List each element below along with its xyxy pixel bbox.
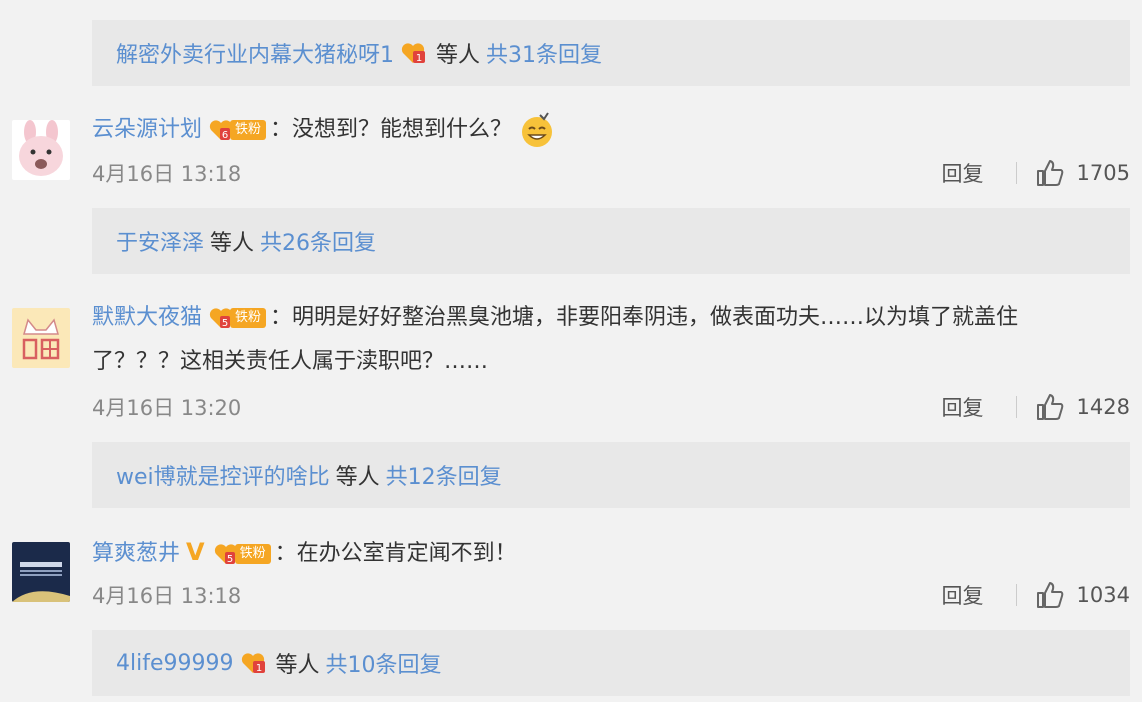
like-count: 1428 <box>1076 395 1130 419</box>
comment-text-continued: 了？？？这相关责任人属于渎职吧？…… <box>92 349 489 374</box>
action-divider <box>1015 584 1017 606</box>
reply-button[interactable]: 回复 <box>942 158 984 188</box>
fan-badge-label: 铁粉 <box>234 544 271 564</box>
like-count: 1034 <box>1076 583 1130 607</box>
action-divider <box>1015 396 1017 418</box>
reply-user-link[interactable]: 于安泽泽 <box>116 225 204 257</box>
comment-actions: 回复 1034 <box>942 580 1130 610</box>
avatar[interactable] <box>12 542 70 602</box>
reply-count-link[interactable]: 共10条回复 <box>326 647 442 679</box>
username-link[interactable]: 算爽葱井 <box>92 541 180 566</box>
heart-badge-icon: 1 <box>241 653 265 674</box>
thumbs-up-icon[interactable] <box>1035 393 1065 421</box>
thumbs-up-icon[interactable] <box>1035 581 1065 609</box>
reply-suffix: 等人 <box>335 465 380 490</box>
heart-badge-icon: 1 <box>401 43 425 64</box>
fan-badge-label: 铁粉 <box>230 308 267 328</box>
comment-text: ：没想到？能想到什么？ <box>270 117 513 142</box>
comment-actions: 回复 1705 <box>942 158 1130 188</box>
reply-count-link[interactable]: 共26条回复 <box>260 225 376 257</box>
comment-text: ：明明是好好整治黑臭池塘，非要阳奉阴违，做表面功夫……以为填了就盖住 <box>270 305 1019 330</box>
avatar[interactable] <box>12 308 70 368</box>
fan-badge: 5 铁粉 <box>208 306 267 330</box>
thumbs-up-icon[interactable] <box>1035 159 1065 187</box>
fan-badge: 1 <box>400 41 426 65</box>
fan-badge: 6 铁粉 <box>208 118 267 142</box>
reply-user-link[interactable]: 解密外卖行业内幕大猪秘呀1 <box>116 37 394 69</box>
fan-badge: 5 铁粉 <box>213 542 271 566</box>
fan-badge-label: 铁粉 <box>230 120 267 140</box>
reply-suffix: 等人 <box>275 653 320 678</box>
like-count: 1705 <box>1076 161 1130 185</box>
night-logo-avatar-icon <box>12 542 70 602</box>
fan-badge: 1 <box>240 651 266 675</box>
comment-list: 解密外卖行业内幕大猪秘呀1 1 等人 共31条回复 云朵源计划 6 铁粉 ：没想… <box>0 0 1142 702</box>
comment-time: 4月16日 13:18 <box>92 162 242 186</box>
avatar[interactable] <box>12 120 70 180</box>
svg-text:1: 1 <box>255 663 261 674</box>
grin-emoji-icon <box>522 112 553 147</box>
comment-meta: 4月16日 13:18 回复 1705 <box>92 158 1130 188</box>
comment-text-line: 默默大夜猫 5 铁粉 ：明明是好好整治黑臭池塘，非要阳奉阴违，做表面功夫……以为填了就… <box>92 296 1112 340</box>
username-link[interactable]: 默默大夜猫 <box>92 305 202 330</box>
svg-text:5: 5 <box>226 554 232 565</box>
svg-text:1: 1 <box>416 53 422 64</box>
reply-suffix: 等人 <box>210 231 255 256</box>
svg-text:6: 6 <box>222 130 228 141</box>
action-divider <box>1015 162 1017 184</box>
bunny-avatar-icon <box>12 120 70 180</box>
comment-meta: 4月16日 13:18 回复 1034 <box>92 580 1130 610</box>
reply-button[interactable]: 回复 <box>942 580 984 610</box>
comment-text-line: 算爽葱井 V 5 铁粉 ：在办公室肯定闻不到！ <box>92 530 1112 576</box>
comment-meta: 4月16日 13:20 回复 1428 <box>92 392 1130 422</box>
reply-user-link[interactable]: 4life99999 <box>116 651 234 676</box>
reply-count-link[interactable]: 共12条回复 <box>386 459 502 491</box>
comment-text-line: 云朵源计划 6 铁粉 ：没想到？能想到什么？ <box>92 108 1112 152</box>
reply-summary-bar[interactable]: 4life99999 1 等人 共10条回复 <box>92 630 1130 696</box>
comment-text-line-2: 了？？？这相关责任人属于渎职吧？…… <box>92 340 1112 384</box>
reply-summary-bar[interactable]: 于安泽泽 等人 共26条回复 <box>92 208 1130 274</box>
svg-text:5: 5 <box>222 318 228 329</box>
reply-user-link[interactable]: wei博就是控评的啥比 <box>116 459 330 491</box>
comment-time: 4月16日 13:18 <box>92 584 242 608</box>
reply-suffix: 等人 <box>436 43 481 68</box>
reply-count-link[interactable]: 共31条回复 <box>486 37 602 69</box>
reply-button[interactable]: 回复 <box>942 392 984 422</box>
comment-text: ：在办公室肯定闻不到！ <box>274 541 517 566</box>
comment-actions: 回复 1428 <box>942 392 1130 422</box>
cat-avatar-icon <box>12 308 70 368</box>
reply-summary-bar[interactable]: wei博就是控评的啥比 等人 共12条回复 <box>92 442 1130 508</box>
comment-time: 4月16日 13:20 <box>92 396 242 420</box>
username-link[interactable]: 云朵源计划 <box>92 117 202 142</box>
verified-v-icon: V <box>186 538 205 566</box>
reply-summary-bar[interactable]: 解密外卖行业内幕大猪秘呀1 1 等人 共31条回复 <box>92 20 1130 86</box>
